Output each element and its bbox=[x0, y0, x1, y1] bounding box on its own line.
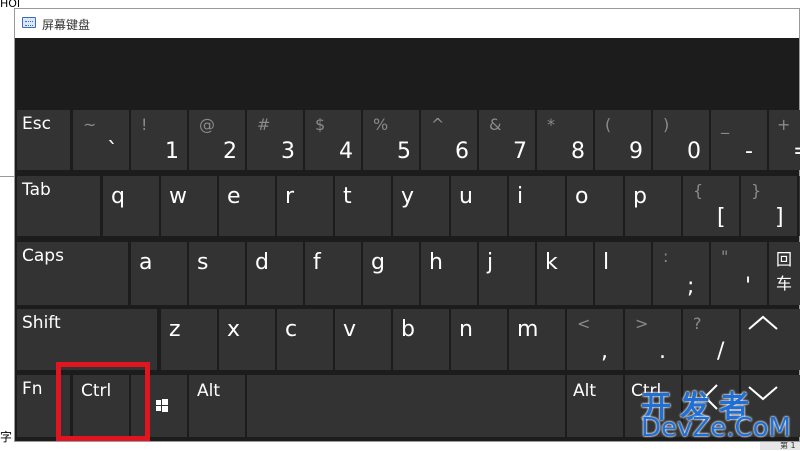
key-8[interactable]: * 8 bbox=[537, 110, 593, 170]
key-space[interactable] bbox=[247, 375, 565, 437]
key-1[interactable]: ! 1 bbox=[131, 110, 187, 170]
key-s[interactable]: s bbox=[189, 242, 245, 305]
background-separator bbox=[0, 176, 14, 177]
background-left-strip bbox=[0, 0, 14, 450]
key-0[interactable]: ) 0 bbox=[653, 110, 709, 170]
ctrl-highlight-box bbox=[56, 362, 150, 441]
key-backtick[interactable]: ~ ` bbox=[73, 110, 129, 170]
key-w[interactable]: w bbox=[161, 176, 217, 236]
key-p[interactable]: p bbox=[625, 176, 681, 236]
key-7[interactable]: & 7 bbox=[479, 110, 535, 170]
key-semicolon[interactable]: :; bbox=[653, 242, 709, 305]
key-equals[interactable]: += bbox=[769, 110, 800, 170]
key-a[interactable]: a bbox=[131, 242, 187, 305]
key-4[interactable]: $4 bbox=[305, 110, 361, 170]
key-slash[interactable]: ? / bbox=[683, 309, 739, 370]
key-left-bracket[interactable]: {[ bbox=[683, 176, 739, 236]
key-v[interactable]: v bbox=[335, 309, 391, 370]
key-j[interactable]: j bbox=[479, 242, 535, 305]
key-k[interactable]: k bbox=[537, 242, 593, 305]
up-arrow-icon bbox=[748, 315, 778, 330]
key-tab[interactable]: Tab bbox=[17, 176, 100, 236]
key-caps-lock[interactable]: Caps bbox=[17, 242, 128, 305]
key-quote[interactable]: " ' bbox=[711, 242, 767, 305]
key-b[interactable]: b bbox=[393, 309, 449, 370]
key-5[interactable]: % 5 bbox=[363, 110, 419, 170]
key-period[interactable]: >. bbox=[625, 309, 681, 370]
key-o[interactable]: o bbox=[567, 176, 623, 236]
key-t[interactable]: t bbox=[335, 176, 391, 236]
window-title: 屏幕键盘 bbox=[42, 18, 91, 32]
key-enter[interactable]: 回车 bbox=[769, 242, 800, 305]
key-m[interactable]: m bbox=[509, 309, 565, 370]
key-c[interactable]: c bbox=[277, 309, 333, 370]
watermark-line2: DevZe.CoM bbox=[641, 413, 791, 443]
key-d[interactable]: d bbox=[247, 242, 303, 305]
key-9[interactable]: (9 bbox=[595, 110, 651, 170]
key-esc[interactable]: Esc bbox=[17, 110, 70, 170]
key-shift[interactable]: Shift bbox=[17, 309, 157, 370]
key-l[interactable]: l bbox=[595, 242, 651, 305]
background-top-strip bbox=[0, 0, 800, 8]
key-comma[interactable]: <, bbox=[567, 309, 623, 370]
key-i[interactable]: i bbox=[509, 176, 565, 236]
key-y[interactable]: y bbox=[393, 176, 449, 236]
key-h[interactable]: h bbox=[421, 242, 477, 305]
key-2[interactable]: @2 bbox=[189, 110, 245, 170]
key-f[interactable]: f bbox=[305, 242, 361, 305]
key-right-bracket[interactable]: }] bbox=[741, 176, 797, 236]
title-bar[interactable]: 屏幕键盘 bbox=[15, 9, 799, 38]
key-up-arrow[interactable] bbox=[741, 309, 800, 370]
key-minus[interactable]: _ - bbox=[711, 110, 767, 170]
key-n[interactable]: n bbox=[451, 309, 507, 370]
key-6[interactable]: ^ 6 bbox=[421, 110, 477, 170]
key-alt-right[interactable]: Alt bbox=[567, 375, 623, 437]
key-alt-left[interactable]: Alt bbox=[189, 375, 245, 437]
key-x[interactable]: x bbox=[219, 309, 275, 370]
key-3[interactable]: #3 bbox=[247, 110, 303, 170]
key-u[interactable]: u bbox=[451, 176, 507, 236]
keyboard-icon bbox=[22, 17, 36, 28]
key-r[interactable]: r bbox=[277, 176, 333, 236]
key-e[interactable]: e bbox=[219, 176, 275, 236]
key-g[interactable]: g bbox=[363, 242, 419, 305]
key-q[interactable]: q bbox=[103, 176, 159, 236]
key-z[interactable]: z bbox=[161, 309, 217, 370]
